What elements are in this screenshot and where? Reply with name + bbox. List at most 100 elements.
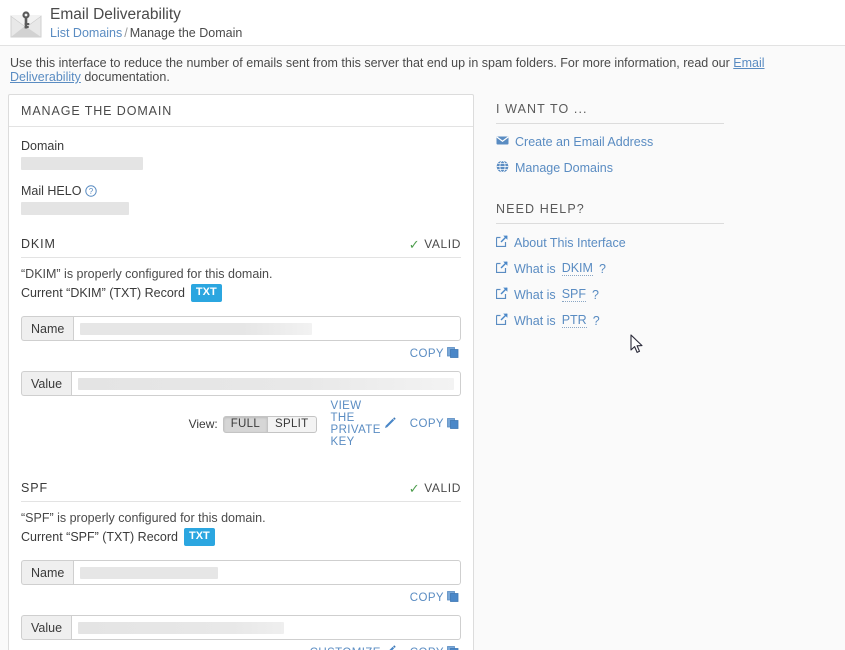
spf-name-input-group[interactable]: Name (21, 560, 461, 585)
panel-heading: MANAGE THE DOMAIN (9, 95, 473, 127)
spf-value-addon: Value (21, 615, 72, 640)
i-want-to-section: I WANT TO ... Create an Email Address Ma… (496, 102, 837, 176)
dkim-value-redacted (78, 377, 454, 390)
dkim-value-copy-label: COPY (409, 418, 444, 430)
dkim-name-input[interactable] (73, 316, 461, 341)
spf-name-input[interactable] (73, 560, 461, 585)
dkim-value-addon: Value (21, 371, 72, 396)
dkim-view-toggle-wrap: View: FULL SPLIT (19, 415, 317, 433)
dkim-note: “DKIM” is properly configured for this d… (21, 267, 273, 281)
dkim-record-label: Current “DKIM” (TXT) Record (21, 286, 185, 300)
dkim-name-copy-link[interactable]: COPY (410, 346, 459, 361)
sidebar-item-label: What is (514, 287, 556, 302)
sidebar-item-what-is-ptr[interactable]: What is PTR? (495, 313, 837, 328)
spf-value-actions: CUSTOMIZE COPY (21, 643, 461, 650)
breadcrumb-list-domains[interactable]: List Domains (50, 26, 122, 40)
domain-field: Domain (21, 139, 461, 170)
mail-helo-value-redacted (21, 202, 129, 215)
envelope-icon (496, 135, 509, 149)
dkim-name-addon: Name (21, 316, 74, 341)
question-circle-icon[interactable]: ? (85, 185, 98, 197)
spf-name-value-redacted (80, 566, 219, 579)
dkim-name-copy-label: COPY (409, 347, 444, 360)
sidebar-item-what-is-dkim[interactable]: What is DKIM? (495, 261, 837, 276)
spf-value-copy-label: COPY (410, 647, 444, 650)
abbr-dkim: DKIM (561, 261, 593, 276)
dkim-section: DKIM ✓ VALID “DKIM” is properly configur… (21, 237, 461, 448)
description-text-after: documentation. (80, 70, 170, 84)
mail-helo-label: Mail HELO (21, 184, 82, 198)
dkim-view-full-button[interactable]: FULL (222, 415, 269, 433)
dkim-value-input[interactable] (71, 371, 461, 396)
copy-icon (447, 346, 459, 361)
sidebar-item-suffix: ? (592, 313, 600, 328)
sidebar-item-suffix: ? (592, 287, 599, 302)
sidebar-item-label: Manage Domains (515, 161, 613, 175)
external-link-icon (495, 261, 508, 276)
spf-value-copy-link[interactable]: COPY (410, 645, 459, 650)
dkim-status-label: VALID (424, 237, 461, 251)
dkim-name-value-redacted (80, 322, 313, 335)
spf-status-badge: ✓ VALID (409, 481, 461, 495)
description-text-before: Use this interface to reduce the number … (10, 56, 734, 70)
dkim-record-line: Current “DKIM” (TXT) Record TXT (21, 284, 461, 302)
sidebar-item-what-is-spf[interactable]: What is SPF? (495, 287, 837, 302)
dkim-name-actions: COPY (21, 344, 461, 362)
sidebar-item-about-this-interface[interactable]: About This Interface (495, 235, 837, 250)
spf-name-copy-link[interactable]: COPY (410, 590, 459, 605)
mail-helo-label-row: Mail HELO ? (21, 184, 461, 198)
dkim-value-input-group[interactable]: Value (21, 371, 461, 396)
abbr-ptr: PTR (561, 313, 587, 328)
page-title: Email Deliverability (50, 6, 181, 23)
spf-section-head: SPF ✓ VALID (21, 481, 461, 502)
spf-value-input[interactable] (71, 615, 461, 640)
dkim-name-input-group[interactable]: Name (21, 316, 461, 341)
spf-record-line: Current “SPF” (TXT) Record TXT (21, 528, 461, 546)
need-help-section: NEED HELP? About This Interface What is … (495, 202, 837, 328)
envelope-key-icon (8, 7, 44, 41)
manage-domain-panel: MANAGE THE DOMAIN Domain Mail HELO ? DKI… (8, 94, 474, 650)
sidebar-item-create-email-address[interactable]: Create an Email Address (496, 135, 837, 149)
spf-value-input-group[interactable]: Value (21, 615, 461, 640)
sidebar-item-label: Create an Email Address (515, 135, 654, 149)
dkim-section-title: DKIM (21, 237, 56, 251)
external-link-icon (495, 313, 508, 328)
svg-text:?: ? (89, 187, 94, 196)
view-private-key-link[interactable]: VIEW THE PRIVATE KEY (331, 400, 396, 448)
spf-customize-link[interactable]: CUSTOMIZE (310, 645, 396, 650)
content-area: MANAGE THE DOMAIN Domain Mail HELO ? DKI… (0, 94, 845, 650)
spf-value-redacted (78, 621, 285, 634)
check-icon: ✓ (408, 480, 421, 496)
copy-icon (447, 590, 459, 605)
main-column: MANAGE THE DOMAIN Domain Mail HELO ? DKI… (8, 94, 474, 650)
dkim-view-split-button[interactable]: SPLIT (268, 415, 317, 433)
dkim-value-copy-link[interactable]: COPY (410, 417, 459, 432)
dkim-view-label: View: (188, 417, 218, 431)
breadcrumb-separator: / (124, 26, 128, 40)
pencil-icon (384, 416, 396, 432)
page-description: Use this interface to reduce the number … (0, 46, 845, 94)
dkim-section-head: DKIM ✓ VALID (21, 237, 461, 258)
spf-customize-label: CUSTOMIZE (310, 647, 381, 650)
spf-name-actions: COPY (21, 588, 461, 606)
breadcrumb: List Domains / Manage the Domain (50, 26, 242, 41)
sidebar: I WANT TO ... Create an Email Address Ma… (474, 94, 837, 354)
sidebar-item-manage-domains[interactable]: Manage Domains (496, 160, 837, 176)
pencil-icon (384, 645, 396, 650)
sidebar-item-label: About This Interface (514, 235, 626, 250)
mail-helo-field: Mail HELO ? (21, 184, 461, 215)
sidebar-item-suffix: ? (598, 261, 606, 276)
spf-section-title: SPF (21, 481, 49, 495)
external-link-icon (495, 235, 508, 250)
spf-section: SPF ✓ VALID “SPF” is properly configured… (21, 481, 461, 650)
spf-txt-badge: TXT (183, 528, 215, 546)
dkim-status-badge: ✓ VALID (409, 237, 461, 251)
need-help-title: NEED HELP? (496, 202, 724, 224)
globe-icon (496, 160, 509, 176)
spf-name-addon: Name (21, 560, 74, 585)
copy-icon (447, 645, 459, 650)
spf-status-label: VALID (424, 481, 461, 495)
copy-icon (447, 417, 459, 432)
dkim-value-actions: View: FULL SPLIT VIEW THE PRIVATE KEY CO… (21, 399, 461, 448)
